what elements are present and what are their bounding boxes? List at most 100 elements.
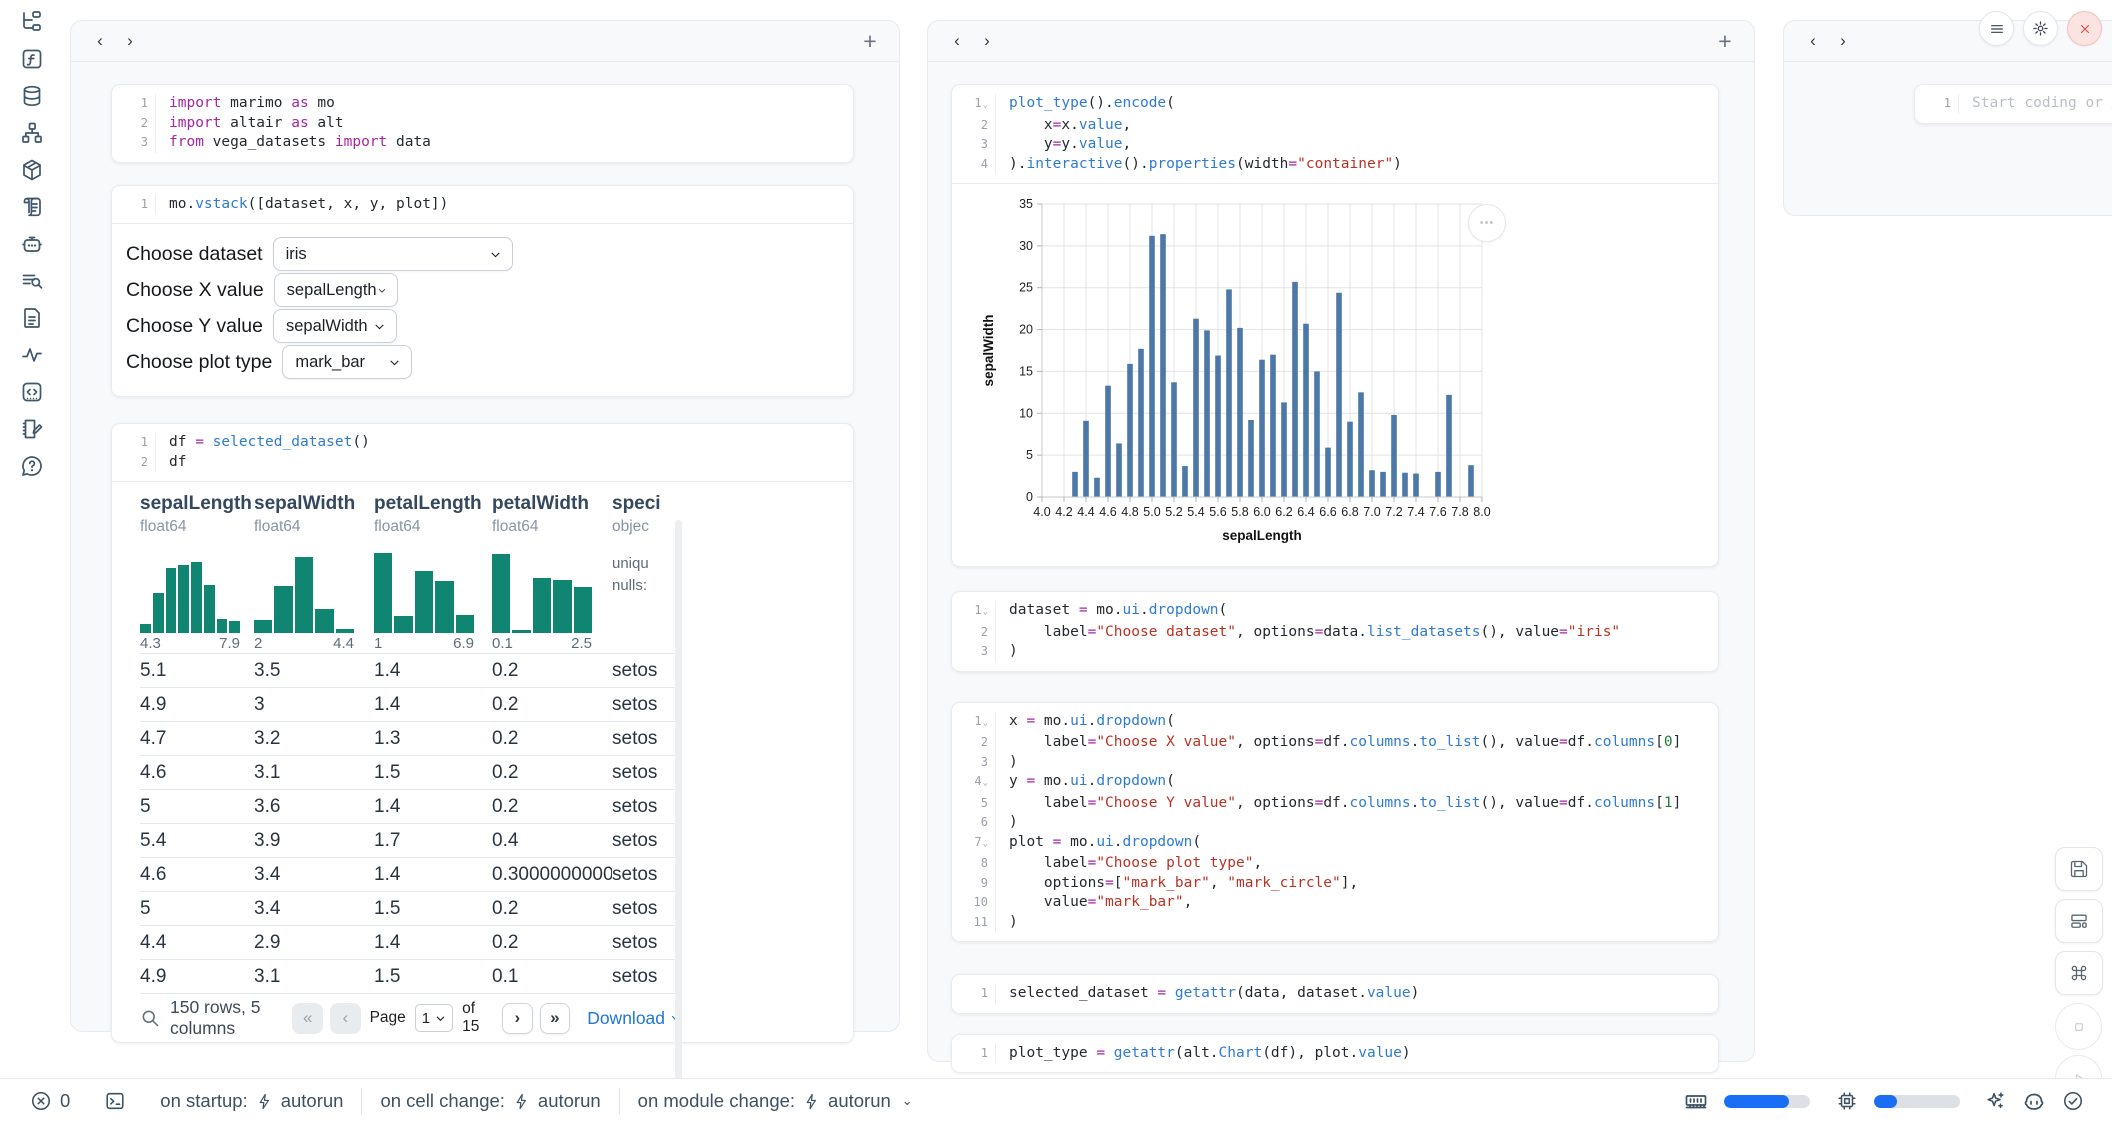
- shutdown-close-button[interactable]: [2067, 11, 2102, 46]
- code-editor-ai-placeholder[interactable]: 1Start coding or generate with AI: [1915, 85, 2112, 123]
- help-icon[interactable]: [17, 451, 47, 481]
- column-left-button[interactable]: ‹: [942, 27, 972, 55]
- fold-chevron-icon[interactable]: ⌄: [983, 718, 988, 728]
- column-left-button[interactable]: ‹: [1798, 27, 1828, 55]
- table-column-header[interactable]: speciobjecuniqunulls:: [612, 492, 682, 653]
- code-line[interactable]: 10 value="mark_bar",: [952, 893, 1718, 913]
- cell-empty-ai[interactable]: 1Start coding or generate with AI: [1914, 84, 2112, 124]
- cpu-usage[interactable]: [1836, 1090, 1960, 1112]
- table-row[interactable]: 4.63.41.40.30000000000000004setos: [140, 857, 682, 891]
- bar[interactable]: [1259, 360, 1265, 497]
- code-line[interactable]: 2 label="Choose X value", options=df.col…: [952, 733, 1718, 753]
- code-line[interactable]: 1df = selected_dataset(): [112, 433, 853, 453]
- chart-menu-button[interactable]: •••: [1468, 204, 1506, 242]
- altair-bar-chart[interactable]: 4.04.24.44.64.85.05.25.45.65.86.06.26.46…: [980, 188, 1540, 560]
- next-page-button[interactable]: ›: [502, 1003, 533, 1034]
- table-row[interactable]: 5.43.91.70.4setos: [140, 823, 682, 857]
- code-line[interactable]: 4).interactive().properties(width="conta…: [952, 155, 1718, 175]
- code-line[interactable]: 8 label="Choose plot type",: [952, 854, 1718, 874]
- code-line[interactable]: 7⌄plot = mo.ui.dropdown(: [952, 833, 1718, 855]
- code-line[interactable]: 2 label="Choose dataset", options=data.l…: [952, 623, 1718, 643]
- code-line[interactable]: 1plot_type = getattr(alt.Chart(df), plot…: [952, 1044, 1718, 1064]
- code-line[interactable]: 3 y=y.value,: [952, 135, 1718, 155]
- dropdown-select[interactable]: iris: [273, 237, 513, 271]
- code-editor-plottype[interactable]: 1plot_type = getattr(alt.Chart(df), plot…: [952, 1035, 1718, 1073]
- dropdown-select[interactable]: sepalLength: [274, 273, 398, 307]
- download-button[interactable]: Download: [587, 1008, 682, 1029]
- code-line[interactable]: 3): [952, 642, 1718, 662]
- fold-chevron-icon[interactable]: ⌄: [983, 778, 988, 788]
- bar[interactable]: [1446, 395, 1452, 497]
- code-editor-plot[interactable]: 1⌄plot_type().encode(2 x=x.value,3 y=y.v…: [952, 85, 1718, 183]
- dependency-graph-icon[interactable]: [17, 118, 47, 148]
- cell-plot[interactable]: 1⌄plot_type().encode(2 x=x.value,3 y=y.v…: [951, 84, 1719, 567]
- bar[interactable]: [1215, 356, 1221, 497]
- settings-gear-button[interactable]: [2023, 11, 2058, 46]
- code-snippet-icon[interactable]: [17, 377, 47, 407]
- column-right-button[interactable]: ›: [115, 27, 145, 55]
- table-row[interactable]: 4.93.11.50.1setos: [140, 959, 682, 993]
- table-row[interactable]: 4.931.40.2setos: [140, 687, 682, 721]
- save-button[interactable]: [2055, 847, 2103, 891]
- scroll-icon[interactable]: [17, 192, 47, 222]
- connection-status-button[interactable]: [2062, 1090, 2084, 1112]
- log-search-icon[interactable]: [17, 266, 47, 296]
- table-column-header[interactable]: sepalLengthfloat644.37.9: [140, 492, 254, 653]
- code-editor-imports[interactable]: 1import marimo as mo2import altair as al…: [112, 85, 853, 162]
- cell-vstack[interactable]: 1mo.vstack([dataset, x, y, plot]) Choose…: [111, 185, 854, 398]
- menu-button[interactable]: [1979, 11, 2014, 46]
- last-page-button[interactable]: »: [540, 1003, 571, 1034]
- bar[interactable]: [1237, 328, 1243, 497]
- database-icon[interactable]: [17, 81, 47, 111]
- code-line[interactable]: 1⌄x = mo.ui.dropdown(: [952, 712, 1718, 734]
- bar[interactable]: [1336, 293, 1342, 497]
- code-line[interactable]: 4⌄y = mo.ui.dropdown(: [952, 772, 1718, 794]
- bar[interactable]: [1171, 382, 1177, 497]
- fold-chevron-icon[interactable]: ⌄: [983, 100, 988, 110]
- bar[interactable]: [1160, 234, 1166, 497]
- cell-selected-dataset[interactable]: 1selected_dataset = getattr(data, datase…: [951, 974, 1719, 1014]
- bar[interactable]: [1358, 392, 1364, 497]
- code-line[interactable]: 1Start coding or generate with AI: [1915, 94, 2112, 114]
- table-column-header[interactable]: sepalWidthfloat6424.4: [254, 492, 374, 653]
- chatbot-icon[interactable]: [17, 229, 47, 259]
- column-right-button[interactable]: ›: [1828, 27, 1858, 55]
- bar[interactable]: [1292, 282, 1298, 497]
- first-page-button[interactable]: «: [292, 1003, 323, 1034]
- code-line[interactable]: 1⌄dataset = mo.ui.dropdown(: [952, 601, 1718, 623]
- copilot-button[interactable]: [2022, 1089, 2046, 1113]
- fold-chevron-icon[interactable]: ⌄: [983, 839, 988, 849]
- run-mode-toggle[interactable]: on startup:autorun: [160, 1090, 343, 1112]
- code-line[interactable]: 1mo.vstack([dataset, x, y, plot]): [112, 195, 853, 215]
- cell-xy-plot-dropdowns[interactable]: 1⌄x = mo.ui.dropdown(2 label="Choose X v…: [951, 702, 1719, 943]
- ai-sparkles-button[interactable]: [1984, 1090, 2006, 1112]
- code-line[interactable]: 2 x=x.value,: [952, 116, 1718, 136]
- bar[interactable]: [1149, 236, 1155, 497]
- table-row[interactable]: 4.73.21.30.2setos: [140, 721, 682, 755]
- bar[interactable]: [1270, 355, 1276, 497]
- code-editor-dataset[interactable]: 1⌄dataset = mo.ui.dropdown(2 label="Choo…: [952, 592, 1718, 671]
- code-editor-xyplot[interactable]: 1⌄x = mo.ui.dropdown(2 label="Choose X v…: [952, 703, 1718, 942]
- bar[interactable]: [1391, 415, 1397, 497]
- column-right-button[interactable]: ›: [972, 27, 1002, 55]
- code-line[interactable]: 6): [952, 813, 1718, 833]
- error-count-indicator[interactable]: 0: [30, 1090, 70, 1112]
- code-editor-df[interactable]: 1df = selected_dataset()2df: [112, 424, 853, 481]
- table-scrollbar[interactable]: [675, 520, 682, 1080]
- bar[interactable]: [1204, 330, 1210, 497]
- table-row[interactable]: 4.63.11.50.2setos: [140, 755, 682, 789]
- bar[interactable]: [1116, 443, 1122, 497]
- fold-chevron-icon[interactable]: ⌄: [983, 607, 988, 617]
- table-row[interactable]: 53.61.40.2setos: [140, 789, 682, 823]
- stop-button[interactable]: [2055, 1003, 2102, 1050]
- bar[interactable]: [1402, 473, 1408, 497]
- bar[interactable]: [1105, 386, 1111, 497]
- search-icon[interactable]: [140, 1008, 160, 1028]
- cell-dataset-dropdown[interactable]: 1⌄dataset = mo.ui.dropdown(2 label="Choo…: [951, 591, 1719, 672]
- bar[interactable]: [1380, 472, 1386, 497]
- memory-usage[interactable]: [1684, 1089, 1810, 1113]
- run-mode-toggle[interactable]: on module change:autorun⌄: [638, 1090, 913, 1112]
- dropdown-select[interactable]: mark_bar: [282, 345, 412, 379]
- table-column-header[interactable]: petalLengthfloat6416.9: [374, 492, 492, 653]
- keyboard-shortcuts-button[interactable]: [2055, 951, 2103, 995]
